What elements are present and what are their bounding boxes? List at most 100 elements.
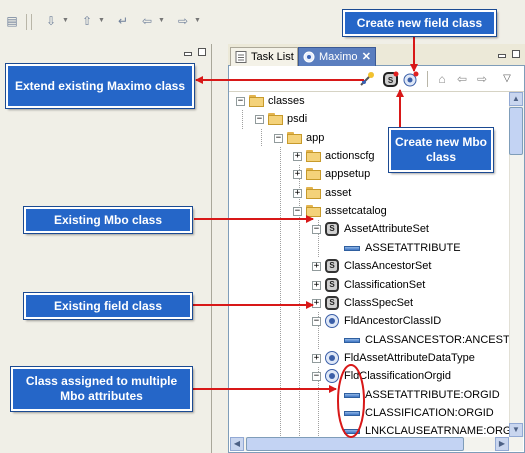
tree-node[interactable]: + S ClassSpecSet	[230, 294, 509, 312]
toolbar-separator	[31, 14, 32, 30]
tree-node-label: classes	[268, 95, 305, 107]
folder-icon	[268, 113, 284, 125]
expand-icon[interactable]: +	[293, 152, 302, 161]
folder-icon	[306, 150, 322, 162]
tree-node[interactable]: + asset	[230, 184, 509, 202]
scroll-down-icon[interactable]: ▼	[509, 423, 523, 437]
chevron-down-icon[interactable]: ▼	[158, 17, 165, 24]
field-class-icon	[325, 351, 339, 365]
svg-text:S: S	[388, 76, 394, 85]
field-class-icon	[325, 369, 339, 383]
tree-node[interactable]: − classes	[230, 92, 509, 110]
previous-annotation-icon[interactable]: ⇧	[80, 14, 94, 28]
tree-node-label: CLASSANCESTOR:ANCESTOR	[365, 334, 509, 346]
close-icon[interactable]: ✕	[362, 50, 371, 63]
tab-label: Task List	[251, 51, 294, 63]
forward-icon[interactable]: ⇨	[474, 71, 490, 87]
callout-extend-maximo-class: Extend existing Maximo class	[5, 63, 195, 109]
view-tab-bar: Task List Maximo ✕	[228, 44, 525, 66]
tree-node[interactable]: + S ClassificationSet	[230, 276, 509, 294]
home-icon[interactable]: ⌂	[434, 71, 450, 87]
tree-node-label: assetcatalog	[325, 205, 387, 217]
horizontal-scroll-thumb[interactable]	[246, 437, 464, 451]
new-field-class-icon[interactable]	[403, 71, 419, 87]
chevron-down-icon[interactable]: ▼	[98, 17, 105, 24]
folder-icon	[306, 168, 322, 180]
collapse-icon[interactable]: −	[312, 225, 321, 234]
collapse-icon[interactable]: −	[312, 317, 321, 326]
tree-node[interactable]: − S AssetAttributeSet	[230, 220, 509, 238]
field-class-icon	[325, 314, 339, 328]
chevron-down-icon[interactable]: ▼	[194, 17, 201, 24]
collapse-icon[interactable]: −	[255, 115, 264, 124]
collapse-icon[interactable]: −	[293, 207, 302, 216]
tree-node[interactable]: ASSETATTRIBUTE	[230, 239, 509, 257]
save-icon[interactable]: ▤	[5, 14, 19, 28]
tree-node[interactable]: CLASSIFICATION:ORGID	[230, 404, 509, 422]
tree-node-label: FldAssetAttributeDataType	[344, 352, 475, 364]
tree-node-label: ClassificationSet	[344, 279, 426, 291]
mbo-class-icon: S	[325, 259, 339, 273]
forward-icon[interactable]: ⇨	[176, 14, 190, 28]
scroll-left-icon[interactable]: ◀	[230, 437, 244, 451]
scroll-up-icon[interactable]: ▲	[509, 92, 523, 106]
minimize-icon[interactable]	[498, 54, 506, 58]
collapse-icon[interactable]: −	[274, 134, 283, 143]
tree-node-label: ASSETATTRIBUTE	[365, 242, 461, 254]
expand-icon[interactable]: +	[312, 299, 321, 308]
tree-node[interactable]: LNKCLAUSEATRNAME:ORGID	[230, 422, 509, 437]
expand-icon[interactable]: +	[312, 354, 321, 363]
tree-node[interactable]: − psdi	[230, 110, 509, 128]
extend-class-icon[interactable]	[359, 71, 375, 87]
tree-node-label: appsetup	[325, 168, 371, 180]
mbo-class-icon: S	[325, 222, 339, 236]
new-mbo-class-icon[interactable]: S	[383, 71, 399, 87]
tree-node-label: psdi	[287, 113, 308, 125]
folder-icon	[249, 95, 265, 107]
expand-icon[interactable]: +	[293, 170, 302, 179]
tree-node-label: CLASSIFICATION:ORGID	[365, 407, 494, 419]
tree-node[interactable]: CLASSANCESTOR:ANCESTOR	[230, 331, 509, 349]
collapse-icon[interactable]: −	[312, 372, 321, 381]
tree-node[interactable]: − assetcatalog	[230, 202, 509, 220]
tree-node-label: actionscfg	[325, 150, 375, 162]
vertical-scroll-thumb[interactable]	[509, 107, 523, 155]
tab-label: Maximo	[319, 51, 358, 63]
tree-node[interactable]: − FldAncestorClassID	[230, 312, 509, 330]
mbo-class-icon: S	[325, 278, 339, 292]
tree-node-label: FldClassificationOrgid	[344, 370, 451, 382]
view-menu-icon[interactable]: ▽	[499, 71, 515, 87]
maximize-icon[interactable]	[512, 50, 520, 58]
callout-create-mbo-class: Create new Mbo class	[388, 127, 494, 173]
tree-node[interactable]: ASSETATTRIBUTE:ORGID	[230, 386, 509, 404]
expand-icon[interactable]: +	[312, 262, 321, 271]
maximize-icon[interactable]	[198, 48, 206, 56]
tree-node[interactable]: − FldClassificationOrgid	[230, 367, 509, 385]
last-edit-location-icon[interactable]: ↵	[116, 14, 130, 28]
back-icon[interactable]: ⇦	[454, 71, 470, 87]
tab-task-list[interactable]: Task List	[230, 47, 298, 66]
callout-multiple-mbo-attributes: Class assigned to multiple Mbo attribute…	[10, 366, 193, 412]
minimize-icon[interactable]	[184, 52, 192, 56]
expand-icon[interactable]: +	[312, 281, 321, 290]
next-annotation-icon[interactable]: ⇩	[44, 14, 58, 28]
expand-icon[interactable]: +	[293, 189, 302, 198]
tree-node-label: ClassAncestorSet	[344, 260, 432, 272]
left-pane-window-controls	[180, 48, 210, 58]
back-icon[interactable]: ⇦	[140, 14, 154, 28]
collapse-icon[interactable]: −	[236, 97, 245, 106]
chevron-down-icon[interactable]: ▼	[62, 17, 69, 24]
tab-maximo[interactable]: Maximo ✕	[298, 47, 376, 66]
folder-icon	[306, 187, 322, 199]
tree-node-label: asset	[325, 187, 352, 199]
tree-node[interactable]: + S ClassAncestorSet	[230, 257, 509, 275]
folder-icon	[287, 132, 303, 144]
scroll-right-icon[interactable]: ▶	[495, 437, 509, 451]
tree-node-label: LNKCLAUSEATRNAME:ORGID	[365, 425, 509, 437]
mbo-attribute-icon	[344, 338, 360, 343]
tree-node-label: ASSETATTRIBUTE:ORGID	[365, 389, 500, 401]
tree-node-label: ClassSpecSet	[344, 297, 414, 309]
tree-node-label: FldAncestorClassID	[344, 315, 442, 327]
tree-node[interactable]: + FldAssetAttributeDataType	[230, 349, 509, 367]
mbo-class-icon: S	[325, 296, 339, 310]
